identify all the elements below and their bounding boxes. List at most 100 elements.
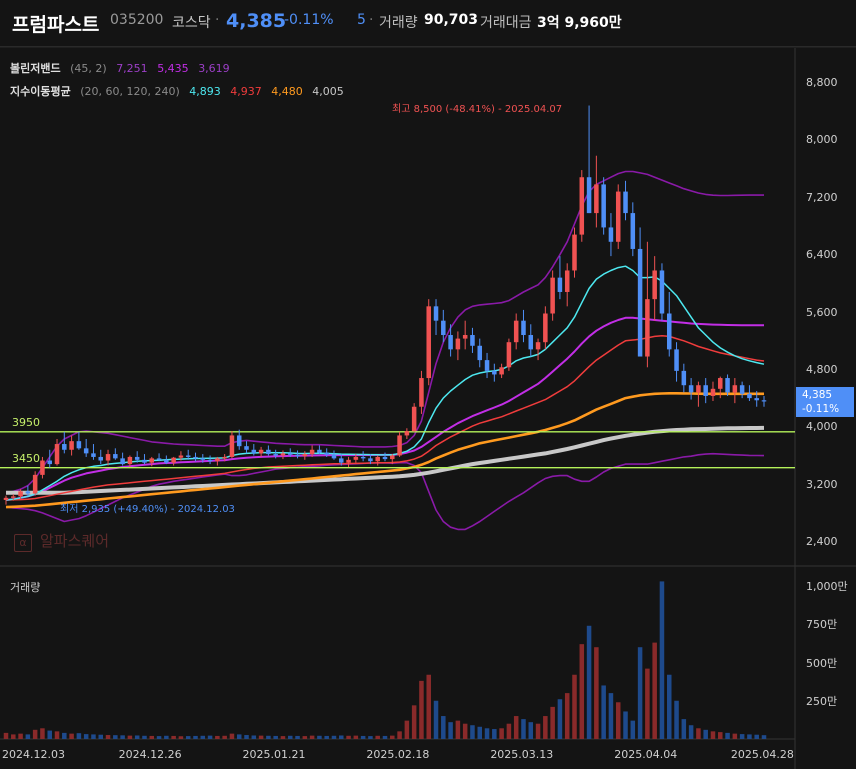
volume-tick-label: 750만 [806,618,838,632]
bollinger-legend[interactable]: 볼린저밴드 (45, 2) 7,251 5,435 3,619 [10,60,236,76]
candle-body [645,299,650,357]
volume-bar [266,735,271,739]
candle-body [426,306,431,379]
candle-body [433,306,439,321]
volume-bar [134,735,140,739]
candle-body [470,335,475,346]
candle-body [725,378,730,393]
volume-bar [419,680,424,739]
candle-body [696,385,701,393]
volume-bar [105,735,111,739]
volume-bar [710,731,716,739]
volume-bar [681,719,687,739]
volume-bar [448,722,453,739]
volume-bar [390,735,395,739]
volume-bar [3,732,9,739]
volume-bar [302,736,308,739]
candle-body [273,454,278,456]
candle-body [3,497,9,500]
volume-bar [652,642,657,739]
volume-bar [484,728,490,739]
current-price-badge: 4,385 -0.11% [796,387,854,417]
volume-bar [506,723,512,739]
volume-bar [426,674,431,739]
candle-body [703,385,708,396]
volume-bar [608,693,614,739]
candle-body [324,452,329,455]
candle-body [200,458,206,460]
candle-body [747,393,752,399]
candle-body [382,456,388,460]
volume-bar [368,736,373,739]
price-tick-label: 6,400 [806,248,838,262]
ema120-value: 4,480 [271,85,303,98]
candle-body [411,406,417,432]
price-tick-label: 4,000 [806,420,838,434]
date-tick-label: 2025.04.28 [730,748,794,761]
volume-bar [339,735,344,739]
candle-body [659,270,665,314]
candle-body [244,446,249,450]
candle-body [339,458,344,463]
volume-bar [185,736,191,739]
volume-bar [441,716,446,739]
bb-upper-line [5,170,764,494]
candle-body [40,460,45,475]
candle-body [419,378,424,407]
candle-body [543,313,548,343]
ema-legend[interactable]: 지수이동평균 (20, 60, 120, 240) 4,893 4,937 4,… [10,83,350,99]
volume-bar [470,725,475,739]
high-annotation: 최고 8,500 (-48.41%) - 2025.04.07 [392,104,563,115]
volume-bar [645,668,650,739]
candle-body [397,435,402,456]
candle-body [164,459,169,463]
volume-bar [703,729,708,739]
candle-body [579,177,585,235]
candle-body [368,458,373,462]
candle-body [142,459,147,463]
volume-bar [251,735,257,739]
watermark-text: 알파스퀘어 [40,532,110,550]
candle-body [441,320,446,336]
price-chart[interactable] [0,0,856,769]
volume-bar [127,735,133,739]
volume-tick-label: 1,000만 [806,580,848,593]
price-tick-label: 3,200 [806,477,838,491]
volume-bar [25,734,31,739]
ema240-value: 4,005 [312,85,344,98]
candle-body [761,400,767,402]
volume-bar [521,719,526,739]
volume-bar [273,735,278,739]
volume-bar [615,702,621,739]
volume-bar [397,731,402,739]
alphasquare-watermark: α 알파스퀘어 [14,530,109,552]
candle-body [193,456,198,459]
badge-price: 4,385 [802,389,833,401]
volume-bar [258,735,264,739]
volume-bar [543,716,548,739]
candle-body [302,454,308,457]
candle-body [732,385,738,393]
candle-body [317,449,322,453]
volume-bar [754,734,759,739]
volume-bar [455,720,461,739]
ema-legend-params: (20, 60, 120, 240) [80,85,180,98]
volume-bar [295,735,300,739]
volume-bar [32,729,38,739]
candle-body [688,385,694,393]
candle-body [25,491,31,494]
candle-body [83,448,89,454]
candle-body [513,320,519,343]
volume-bar [739,734,745,739]
candle-body [564,270,570,292]
volume-bar [382,735,388,739]
candle-body [171,457,176,463]
candle-body [360,456,366,459]
volume-panel-title: 거래량 [10,581,41,594]
volume-bar [236,734,242,739]
candle-body [178,455,184,458]
date-tick-label: 2025.03.13 [490,748,554,761]
bb-lower-value: 3,619 [198,62,230,75]
candle-body [484,360,490,371]
volume-bar [404,720,410,739]
